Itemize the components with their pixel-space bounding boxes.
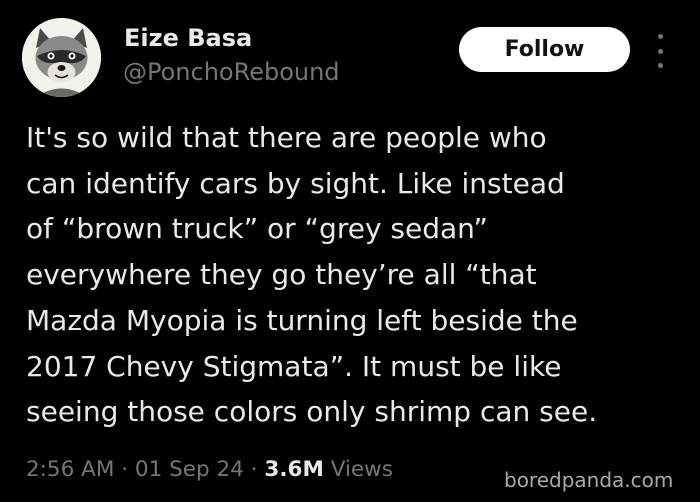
tweet-text: It's so wild that there are people who c… <box>26 115 686 435</box>
tweet-text-line: can identify cars by sight. Like instead <box>26 166 565 200</box>
meta-separator: · <box>121 457 129 482</box>
tweet-date: 01 Sep 24 <box>134 457 244 482</box>
tweet-text-line: of “brown truck” or “grey sedan” <box>26 212 488 246</box>
meta-separator: · <box>250 457 258 482</box>
tweet-time: 2:56 AM <box>26 457 115 482</box>
follow-button[interactable]: Follow <box>459 27 630 72</box>
tweet-text-line: Mazda Myopia is turning left beside the <box>26 303 578 337</box>
more-dot <box>657 63 663 68</box>
tweet-text-line: everywhere they go they’re all “that <box>26 258 537 292</box>
watermark: boredpanda.com <box>504 468 674 492</box>
views-label: Views <box>330 457 393 482</box>
author-handle[interactable]: @PonchoRebound <box>123 58 340 86</box>
author-name[interactable]: Eize Basa <box>124 24 252 52</box>
author-avatar[interactable] <box>22 18 101 97</box>
more-dot <box>657 34 663 39</box>
tweet-card: Eize Basa @PonchoRebound Follow It's so … <box>0 0 700 502</box>
tweet-text-line: 2017 Chevy Stigmata”. It must be like <box>26 349 562 383</box>
tweet-meta: 2:56 AM · 01 Sep 24 · 3.6M Views <box>26 455 393 485</box>
tweet-time-link[interactable]: 2:56 AM · 01 Sep 24 <box>26 457 244 482</box>
more-dot <box>657 48 663 54</box>
views-link[interactable]: 3.6M Views <box>264 457 393 482</box>
raccoon-avatar-icon <box>22 18 101 97</box>
tweet-text-line: It's so wild that there are people who <box>26 121 547 154</box>
tweet-text-line: seeing those colors only shrimp can see. <box>26 395 598 429</box>
more-vertical-icon[interactable] <box>648 34 672 68</box>
views-count: 3.6M <box>264 457 324 482</box>
